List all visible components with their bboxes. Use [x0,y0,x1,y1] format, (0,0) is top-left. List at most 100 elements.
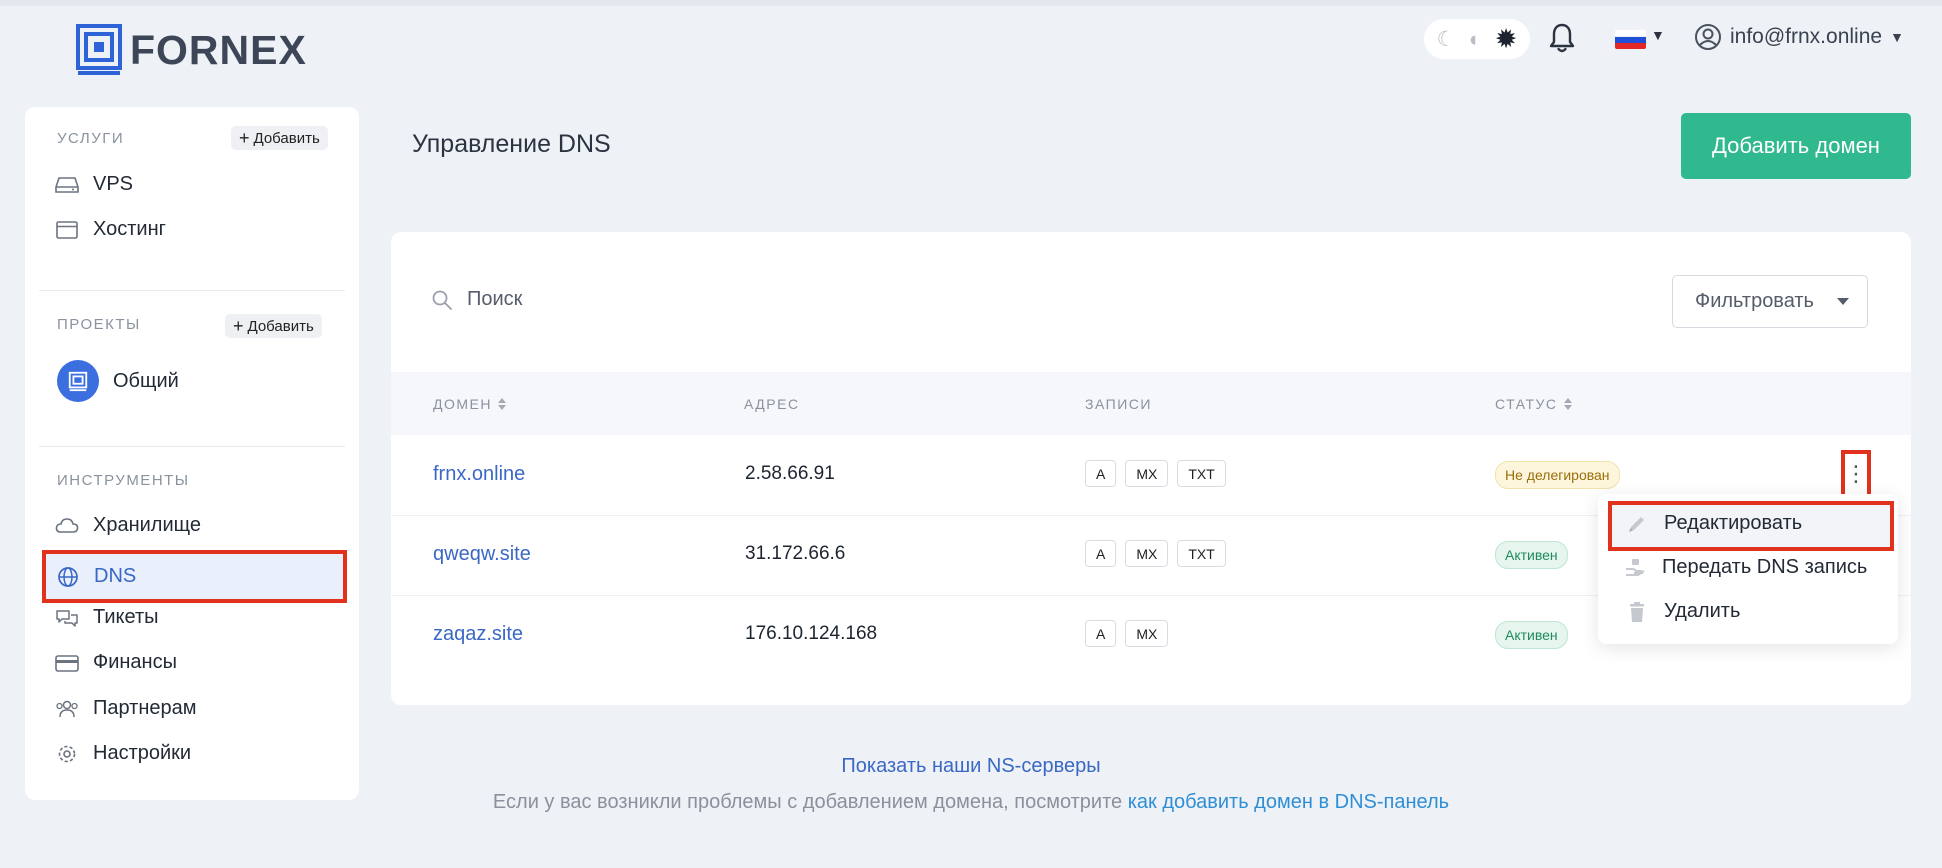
column-header-status[interactable]: СТАТУС [1495,396,1572,412]
sidebar-item-label: Хостинг [93,218,166,240]
menu-item-label: Передать DNS запись [1662,556,1868,578]
user-avatar-icon [1695,24,1721,50]
bell-icon[interactable] [1548,22,1576,54]
sidebar-item-partners[interactable]: Партнерам [55,697,197,720]
hand-transfer-icon [1626,558,1645,576]
chat-bubbles-icon [56,609,78,627]
record-badge: A [1085,540,1117,567]
record-badge: MX [1125,620,1169,647]
record-types: A MX TXT [1085,460,1226,487]
credit-card-icon [55,654,79,672]
tools-section-title: ИНСТРУМЕНТЫ [57,472,190,489]
record-badge: A [1085,620,1117,647]
domain-link[interactable]: qweqw.site [433,543,531,566]
menu-item-label: Редактировать [1664,512,1803,534]
server-icon [55,176,79,193]
sidebar-item-label: Тикеты [93,606,159,628]
status-badge: Активен [1495,541,1568,569]
sidebar-item-label: Финансы [93,651,177,673]
menu-item-transfer[interactable]: Передать DNS запись [1624,556,1867,579]
sidebar-item-hosting[interactable]: Хостинг [55,218,166,241]
sidebar-item-dns[interactable]: DNS [42,550,347,603]
project-label: Общий [113,369,179,392]
moon-icon[interactable]: ☾ [1437,29,1456,50]
plus-icon: + [233,316,244,336]
column-header-domain[interactable]: ДОМЕН [433,396,506,412]
sidebar-item-dns-content: DNS [56,565,136,588]
theme-toggle[interactable]: ☾ ◐ ✹ [1424,19,1530,59]
record-badge: TXT [1177,540,1226,567]
fornex-logo-icon [76,24,122,75]
sidebar-item-tickets[interactable]: Тикеты [55,606,158,629]
add-project-button[interactable]: + Добавить [225,314,322,338]
add-domain-button[interactable]: Добавить домен [1681,113,1911,179]
caret-down-icon [1837,298,1849,305]
avatar [57,360,99,402]
domain-address: 31.172.66.6 [745,543,846,564]
top-edge [0,0,1942,6]
pencil-icon [1629,516,1644,532]
status-badge: Не делегирован [1495,461,1620,489]
record-badge: MX [1125,460,1169,487]
help-link[interactable]: как добавить домен в DNS-панель [1128,791,1449,813]
show-ns-servers-link[interactable]: Показать наши NS-серверы [0,755,1942,778]
row-actions-kebab-icon[interactable]: ⋮ [1841,450,1871,498]
language-chevron-down-icon[interactable]: ▼ [1651,27,1665,43]
sort-icon [1563,398,1572,410]
menu-item-label: Удалить [1664,600,1741,622]
filter-label: Фильтровать [1695,290,1814,312]
brand-logo[interactable]: FORNEX [76,24,307,76]
plus-icon: + [239,128,250,148]
menu-item-edit-content[interactable]: Редактировать [1626,512,1802,535]
language-flag-icon[interactable] [1615,30,1646,49]
row-context-menu: Редактировать Передать DNS запись Удалит… [1598,494,1898,644]
page-title: Управление DNS [412,130,611,158]
search-input[interactable] [467,288,867,311]
users-icon [56,700,78,717]
column-header-records: ЗАПИСИ [1085,396,1152,412]
record-badge: MX [1125,540,1169,567]
half-moon-icon[interactable]: ◐ [1469,29,1482,50]
record-badge: TXT [1177,460,1226,487]
add-service-button[interactable]: + Добавить [231,126,328,150]
help-text: Если у вас возникли проблемы с добавлени… [492,791,1450,813]
search-bar[interactable] [431,288,867,311]
column-header-address: АДРЕС [744,396,800,412]
menu-item-delete[interactable]: Удалить [1626,600,1740,623]
status-badge: Активен [1495,621,1568,649]
brand-name: FORNEX [130,26,307,73]
sidebar-item-storage[interactable]: Хранилище [55,514,201,537]
record-types: A MX [1085,620,1169,647]
sidebar-item-finance[interactable]: Финансы [55,651,177,674]
domain-link[interactable]: frnx.online [433,463,525,486]
trash-icon [1630,601,1644,622]
chevron-down-icon: ▼ [1890,29,1904,45]
domain-address: 176.10.124.168 [745,623,878,644]
user-email: info@frnx.online [1730,25,1883,48]
search-icon [432,290,452,310]
table-header: ДОМЕН АДРЕС ЗАПИСИ СТАТУС [391,372,1911,435]
record-types: A MX TXT [1085,540,1226,567]
sidebar-item-label: DNS [94,565,137,587]
divider [39,446,345,447]
fornex-logo-icon [68,371,88,392]
sort-icon [497,398,506,410]
cloud-icon [55,517,79,533]
services-section-title: УСЛУГИ [57,130,125,147]
globe-icon [58,566,78,587]
user-menu[interactable]: info@frnx.online ▼ [1694,23,1904,51]
record-badge: A [1085,460,1117,487]
divider [39,290,345,291]
domain-link[interactable]: zaqaz.site [433,623,523,646]
domain-address: 2.58.66.91 [745,463,835,484]
sidebar: УСЛУГИ + Добавить VPS Хостинг ПРОЕКТЫ + До… [25,107,359,800]
browser-window-icon [56,220,78,239]
sidebar-item-label: VPS [93,173,134,195]
sidebar-item-vps[interactable]: VPS [55,173,133,196]
sidebar-item-label: Хранилище [93,514,201,536]
sun-icon[interactable]: ✹ [1495,25,1518,53]
filter-dropdown[interactable]: Фильтровать [1672,275,1868,328]
projects-section-title: ПРОЕКТЫ [57,316,141,333]
sidebar-item-label: Партнерам [93,697,197,719]
project-item-general[interactable]: Общий [57,360,179,402]
